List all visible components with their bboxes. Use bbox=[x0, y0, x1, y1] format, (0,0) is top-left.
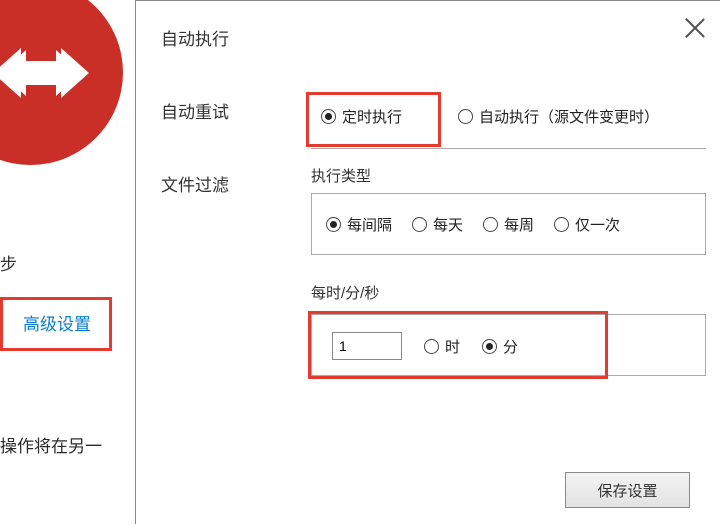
save-button[interactable]: 保存设置 bbox=[565, 472, 690, 508]
sync-label-partial: 步 bbox=[0, 244, 135, 285]
app-logo bbox=[0, 0, 123, 165]
radio-auto-label: 自动执行（源文件变更时） bbox=[479, 106, 659, 127]
tab-file-filter[interactable]: 文件过滤 bbox=[136, 147, 291, 220]
radio-dot-icon bbox=[326, 217, 341, 232]
annotation-highlight bbox=[306, 92, 441, 147]
exec-type-group: 每间隔 每天 每周 仅一次 bbox=[326, 214, 620, 235]
radio-dot-icon bbox=[554, 217, 569, 232]
dialog-tabs: 自动执行 自动重试 文件过滤 bbox=[136, 1, 291, 525]
unit-title: 每时/分/秒 bbox=[311, 282, 379, 303]
radio-once[interactable]: 仅一次 bbox=[554, 214, 620, 235]
advanced-settings-tab[interactable]: 高级设置 bbox=[0, 297, 112, 351]
radio-dot-icon bbox=[458, 109, 473, 124]
radio-interval[interactable]: 每间隔 bbox=[326, 214, 392, 235]
radio-auto-on-change[interactable]: 自动执行（源文件变更时） bbox=[458, 106, 659, 127]
exec-type-box: 每间隔 每天 每周 仅一次 bbox=[311, 193, 706, 255]
exec-type-title: 执行类型 bbox=[311, 165, 371, 186]
tab-auto-exec[interactable]: 自动执行 bbox=[136, 1, 291, 74]
sync-arrows-icon bbox=[0, 38, 91, 108]
annotation-highlight bbox=[308, 311, 608, 379]
radio-weekly[interactable]: 每周 bbox=[483, 214, 534, 235]
radio-daily-label: 每天 bbox=[433, 214, 463, 235]
info-text-partial: 操作将在另一 bbox=[0, 432, 102, 457]
radio-dot-icon bbox=[483, 217, 498, 232]
radio-daily[interactable]: 每天 bbox=[412, 214, 463, 235]
divider bbox=[311, 148, 706, 149]
tab-auto-retry[interactable]: 自动重试 bbox=[136, 74, 291, 147]
settings-dialog: 自动执行 自动重试 文件过滤 定时执行 自动执行（源文件变更时） 执行类型 每间… bbox=[135, 0, 720, 524]
radio-weekly-label: 每周 bbox=[504, 214, 534, 235]
advanced-settings-label: 高级设置 bbox=[23, 315, 91, 334]
radio-interval-label: 每间隔 bbox=[347, 214, 392, 235]
settings-panel: 定时执行 自动执行（源文件变更时） 执行类型 每间隔 每天 bbox=[311, 1, 711, 525]
radio-dot-icon bbox=[412, 217, 427, 232]
radio-once-label: 仅一次 bbox=[575, 214, 620, 235]
